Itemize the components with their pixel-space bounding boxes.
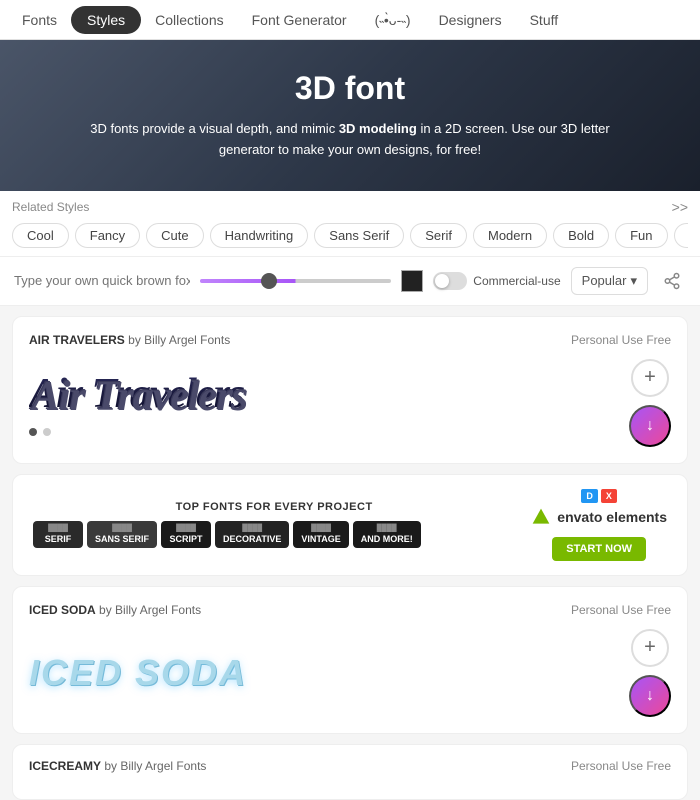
- by-label: by: [128, 333, 144, 347]
- preview-dots: [29, 428, 629, 436]
- ad-chip-decorative[interactable]: ████ DECORATIVE: [215, 521, 289, 548]
- search-bar: Commercial-use Popular ▾: [0, 257, 700, 306]
- by-label: by: [99, 603, 115, 617]
- font-meta: ICED SODA by Billy Argel Fonts: [29, 603, 201, 617]
- license-badge: Personal Use Free: [571, 603, 671, 617]
- commercial-toggle-wrap: Commercial-use: [433, 272, 560, 290]
- ad-chip-vintage[interactable]: ████ VINTAGE: [293, 521, 348, 548]
- share-button[interactable]: [658, 267, 686, 295]
- ad-chip-script[interactable]: ████ SCRIPT: [161, 521, 211, 548]
- font-name: ICED SODA: [29, 603, 96, 617]
- ad-title: TOP FONTS FOR EVERY PROJECT: [33, 501, 515, 513]
- envato-logo: envato elements: [531, 507, 667, 527]
- ad-left: TOP FONTS FOR EVERY PROJECT ████ SERIF █…: [33, 501, 515, 548]
- sort-button[interactable]: Popular ▾: [571, 267, 648, 295]
- font-name: ICECREAMY: [29, 759, 101, 773]
- font-name: AIR TRAVELERS: [29, 333, 125, 347]
- nav-item-fonts[interactable]: Fonts: [8, 4, 71, 36]
- ad-banner: TOP FONTS FOR EVERY PROJECT ████ SERIF █…: [12, 474, 688, 576]
- iced-soda-preview-text: ICED SODA: [29, 652, 629, 694]
- dot-2[interactable]: [43, 428, 51, 436]
- tag-cool[interactable]: Cool: [12, 223, 69, 248]
- tag-fun[interactable]: Fun: [615, 223, 667, 248]
- add-to-collection-button[interactable]: +: [631, 359, 669, 397]
- tag-retro[interactable]: Retro: [674, 223, 688, 248]
- related-tags: Cool Fancy Cute Handwriting Sans Serif S…: [12, 223, 688, 248]
- ad-chip-more[interactable]: ████ AND MORE!: [353, 521, 421, 548]
- commercial-toggle[interactable]: [433, 272, 467, 290]
- tag-sans-serif[interactable]: Sans Serif: [314, 223, 404, 248]
- envato-cta-button[interactable]: START NOW: [552, 537, 646, 561]
- sort-chevron-icon: ▾: [630, 273, 637, 289]
- font-size-slider[interactable]: [200, 279, 391, 283]
- tag-cute[interactable]: Cute: [146, 223, 203, 248]
- dot-1[interactable]: [29, 428, 37, 436]
- font-actions: + ↓: [629, 359, 671, 447]
- hero-description: 3D fonts provide a visual depth, and mim…: [70, 119, 630, 161]
- plus-icon: +: [644, 366, 656, 389]
- hero-section: 3D font 3D fonts provide a visual depth,…: [0, 40, 700, 191]
- download-icon: ↓: [646, 417, 654, 435]
- font-preview: Air Travelers: [29, 370, 629, 436]
- font-designer-link[interactable]: Billy Argel Fonts: [120, 759, 206, 773]
- nav-item-generator[interactable]: Font Generator: [238, 4, 361, 36]
- font-card-header: ICED SODA by Billy Argel Fonts Personal …: [29, 603, 671, 617]
- envato-name: envato elements: [557, 509, 667, 525]
- ad-badges: D X: [581, 489, 617, 503]
- nav-item-styles[interactable]: Styles: [71, 6, 141, 34]
- sort-label: Popular: [582, 273, 627, 288]
- plus-icon: +: [644, 636, 656, 659]
- font-designer-link[interactable]: Billy Argel Fonts: [115, 603, 201, 617]
- font-designer-link[interactable]: Billy Argel Fonts: [144, 333, 230, 347]
- font-meta: ICECREAMY by Billy Argel Fonts: [29, 759, 206, 773]
- font-card-header: ICECREAMY by Billy Argel Fonts Personal …: [29, 759, 671, 773]
- main-nav: Fonts Styles Collections Font Generator …: [0, 0, 700, 40]
- ad-badge-d: D: [581, 489, 598, 503]
- tag-fancy[interactable]: Fancy: [75, 223, 140, 248]
- tag-handwriting[interactable]: Handwriting: [210, 223, 309, 248]
- commercial-label: Commercial-use: [473, 274, 560, 288]
- nav-item-collections[interactable]: Collections: [141, 4, 237, 36]
- tag-modern[interactable]: Modern: [473, 223, 547, 248]
- license-badge: Personal Use Free: [571, 759, 671, 773]
- air-travelers-preview-text: Air Travelers: [29, 370, 629, 418]
- ad-right: D X envato elements START NOW: [515, 489, 667, 561]
- font-preview-area: Air Travelers + ↓: [29, 359, 671, 447]
- nav-item-emoji[interactable]: (˵•̀ᴗ-˵): [361, 4, 425, 36]
- ad-font-types: ████ SERIF ████ SANS SERIF ████ SCRIPT █…: [33, 521, 515, 548]
- font-preview-area: ICED SODA + ↓: [29, 629, 671, 717]
- related-label-row: Related Styles >>: [12, 199, 688, 215]
- ad-chip-serif[interactable]: ████ SERIF: [33, 521, 83, 548]
- by-label: by: [104, 759, 120, 773]
- download-button[interactable]: ↓: [629, 405, 671, 447]
- add-to-collection-button[interactable]: +: [631, 629, 669, 667]
- related-arrow[interactable]: >>: [672, 199, 688, 215]
- related-label: Related Styles: [12, 200, 89, 214]
- font-card-iced-soda: ICED SODA by Billy Argel Fonts Personal …: [12, 586, 688, 734]
- color-swatch[interactable]: [401, 270, 423, 292]
- font-card-header: AIR TRAVELERS by Billy Argel Fonts Perso…: [29, 333, 671, 347]
- hero-title: 3D font: [20, 70, 680, 107]
- search-input[interactable]: [14, 273, 190, 288]
- toggle-knob: [435, 274, 449, 288]
- license-badge: Personal Use Free: [571, 333, 671, 347]
- font-actions: + ↓: [629, 629, 671, 717]
- ad-chip-sans[interactable]: ████ SANS SERIF: [87, 521, 157, 548]
- nav-item-stuff[interactable]: Stuff: [516, 4, 573, 36]
- font-card-icecreamy: ICECREAMY by Billy Argel Fonts Personal …: [12, 744, 688, 800]
- ad-badge-x: X: [601, 489, 617, 503]
- font-preview: ICED SODA: [29, 652, 629, 694]
- nav-item-designers[interactable]: Designers: [425, 4, 516, 36]
- download-button[interactable]: ↓: [629, 675, 671, 717]
- font-meta: AIR TRAVELERS by Billy Argel Fonts: [29, 333, 230, 347]
- font-card-air-travelers: AIR TRAVELERS by Billy Argel Fonts Perso…: [12, 316, 688, 464]
- related-styles-bar: Related Styles >> Cool Fancy Cute Handwr…: [0, 191, 700, 257]
- download-icon: ↓: [646, 687, 654, 705]
- tag-serif[interactable]: Serif: [410, 223, 467, 248]
- tag-bold[interactable]: Bold: [553, 223, 609, 248]
- font-size-slider-wrap: [200, 279, 391, 283]
